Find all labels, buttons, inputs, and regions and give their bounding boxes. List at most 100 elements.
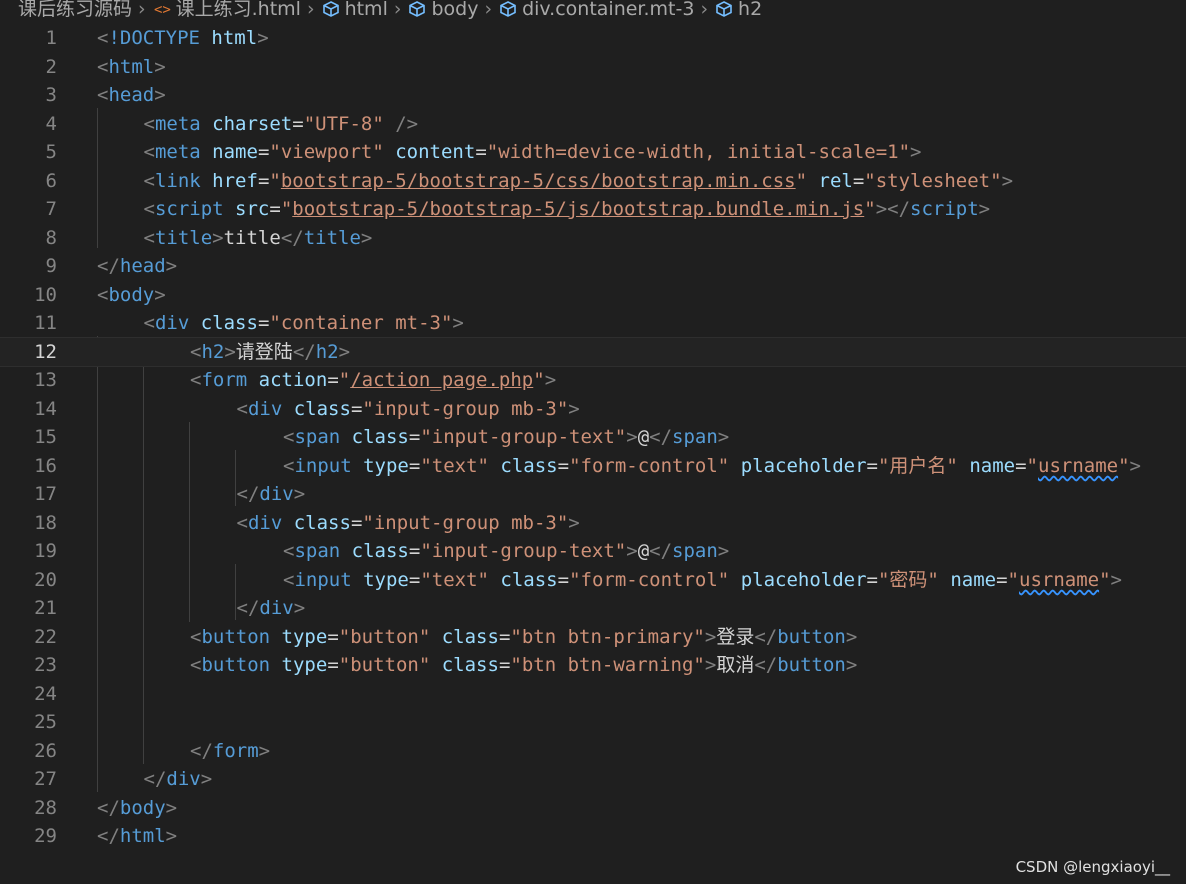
code-line[interactable]: 12 <h2>请登陆</h2> xyxy=(0,337,1186,367)
line-number: 14 xyxy=(34,398,57,420)
code-line[interactable]: 26 </form> xyxy=(0,737,1186,765)
breadcrumb-item[interactable]: html xyxy=(321,0,388,18)
code-line[interactable]: 19 <span class="input-group-text">@</span… xyxy=(0,537,1186,565)
breadcrumb-item[interactable]: 课后练习源码 xyxy=(18,0,132,18)
code-token: type xyxy=(281,626,328,648)
code-token: </ xyxy=(190,740,213,762)
line-number: 13 xyxy=(34,369,57,391)
breadcrumb-item[interactable]: div.container.mt-3 xyxy=(498,0,694,18)
code-line[interactable]: 14 <div class="input-group mb-3"> xyxy=(0,395,1186,423)
code-line[interactable]: 21 </div> xyxy=(0,594,1186,622)
code-text: <head> xyxy=(97,81,166,109)
code-token: > xyxy=(293,483,306,505)
line-number: 8 xyxy=(45,227,57,249)
code-token: > xyxy=(165,255,178,277)
code-line[interactable]: 23 <button type="button" class="btn btn-w… xyxy=(0,651,1186,679)
code-text: <input type="text" class="form-control" … xyxy=(283,452,1141,480)
code-token: "viewport" xyxy=(269,141,384,163)
line-number: 10 xyxy=(34,284,57,306)
code-line[interactable]: 11 <div class="container mt-3"> xyxy=(0,309,1186,337)
code-token: @ xyxy=(637,426,650,448)
code-token: < xyxy=(190,369,202,391)
code-token: > xyxy=(258,740,271,762)
code-token: placeholder xyxy=(740,455,867,477)
code-line[interactable]: 15 <span class="input-group-text">@</span… xyxy=(0,423,1186,451)
code-line[interactable]: 1 <!DOCTYPE html> xyxy=(0,24,1186,52)
code-token: bootstrap-5/bootstrap-5/css/bootstrap.mi… xyxy=(280,170,796,192)
breadcrumb-label: html xyxy=(344,0,388,20)
breadcrumb-item[interactable]: h2 xyxy=(714,0,762,18)
code-text: <meta charset="UTF-8" /> xyxy=(144,110,419,138)
code-token: > xyxy=(165,825,178,847)
code-token: < xyxy=(283,540,295,562)
code-line[interactable]: 16 <input type="text" class="form-control… xyxy=(0,452,1186,480)
code-line[interactable]: 8 <title>title</title> xyxy=(0,224,1186,252)
code-token: div xyxy=(259,597,294,619)
code-token: "用户名" xyxy=(877,455,958,477)
code-token: class xyxy=(441,626,499,648)
code-line[interactable]: 27 </div> xyxy=(0,765,1186,793)
code-line[interactable]: 28 </body> xyxy=(0,794,1186,822)
code-token: < xyxy=(283,426,295,448)
code-token: script xyxy=(154,198,224,220)
code-line[interactable]: 29 </html> xyxy=(0,822,1186,850)
code-token: > xyxy=(293,597,306,619)
code-token: "btn btn-primary" xyxy=(510,626,705,648)
line-number: 28 xyxy=(34,797,57,819)
code-line[interactable]: 6 <link href="bootstrap-5/bootstrap-5/css… xyxy=(0,167,1186,195)
code-line[interactable]: 20 <input type="text" class="form-control… xyxy=(0,566,1186,594)
code-token: < xyxy=(143,198,155,220)
code-token: type xyxy=(281,654,328,676)
code-line[interactable]: 4 <meta charset="UTF-8" /> xyxy=(0,110,1186,138)
breadcrumb-item[interactable]: body xyxy=(407,0,478,18)
code-line[interactable]: 17 </div> xyxy=(0,480,1186,508)
code-text: <span class="input-group-text">@</span> xyxy=(283,423,729,451)
code-token: "form-control" xyxy=(569,455,730,477)
code-text: <button type="button" class="btn btn-pri… xyxy=(190,623,857,651)
code-line[interactable]: 13 <form action="/action_page.php"> xyxy=(0,366,1186,394)
breadcrumb-label: h2 xyxy=(738,0,763,20)
code-token: meta xyxy=(154,113,201,135)
code-line[interactable]: 7 <script src="bootstrap-5/bootstrap-5/js… xyxy=(0,195,1186,223)
code-token: > xyxy=(717,540,730,562)
code-token: "stylesheet" xyxy=(864,170,1002,192)
code-token: name xyxy=(969,455,1016,477)
code-line[interactable]: 10 <body> xyxy=(0,281,1186,309)
code-token: action xyxy=(258,369,328,391)
code-token: > xyxy=(544,369,557,391)
code-text: <div class="input-group mb-3"> xyxy=(237,395,580,423)
code-line[interactable]: 5 <meta name="viewport" content="width=de… xyxy=(0,138,1186,166)
code-line[interactable]: 22 <button type="button" class="btn btn-p… xyxy=(0,623,1186,651)
line-number: 25 xyxy=(34,711,57,733)
code-line[interactable]: 18 <div class="input-group mb-3"> xyxy=(0,509,1186,537)
code-token: " xyxy=(1007,569,1019,591)
code-token: class xyxy=(500,455,558,477)
line-number: 18 xyxy=(34,512,57,534)
code-token: < xyxy=(283,569,295,591)
code-token: </ xyxy=(280,227,304,249)
code-token: class xyxy=(293,512,351,534)
code-token: </ xyxy=(97,825,120,847)
code-token: bootstrap-5/bootstrap-5/js/bootstrap.bun… xyxy=(292,198,865,220)
code-text: <body> xyxy=(97,281,166,309)
chevron-right-icon: › xyxy=(306,0,315,20)
code-line[interactable]: 25 xyxy=(0,708,1186,736)
code-token: name xyxy=(950,569,997,591)
code-line[interactable]: 2 <html> xyxy=(0,53,1186,81)
code-token: = xyxy=(257,312,270,334)
code-token: > xyxy=(224,341,236,363)
code-line[interactable]: 3 <head> xyxy=(0,81,1186,109)
code-text: <html> xyxy=(97,53,166,81)
symbol-element-icon xyxy=(407,0,431,18)
code-line[interactable]: 9 </head> xyxy=(0,252,1186,280)
code-line[interactable]: 24 xyxy=(0,680,1186,708)
breadcrumb-item[interactable]: <> 课上练习.html xyxy=(152,0,301,18)
code-token: html xyxy=(119,825,166,847)
code-token: > xyxy=(338,341,351,363)
